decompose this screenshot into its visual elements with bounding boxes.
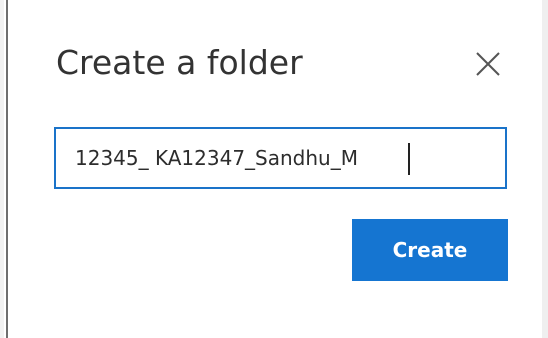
close-icon [476, 52, 500, 76]
background-window-edge-right [542, 0, 548, 338]
text-cursor [408, 143, 410, 175]
screen: Create a folder Create [0, 0, 548, 338]
create-folder-dialog: Create a folder Create [9, 0, 542, 338]
background-window-edge [0, 0, 4, 338]
folder-name-field[interactable] [54, 127, 507, 189]
folder-name-input[interactable] [56, 129, 505, 187]
create-button[interactable]: Create [352, 219, 508, 281]
dialog-title: Create a folder [56, 43, 303, 82]
dialog-left-border [6, 0, 8, 338]
close-button[interactable] [471, 47, 505, 81]
